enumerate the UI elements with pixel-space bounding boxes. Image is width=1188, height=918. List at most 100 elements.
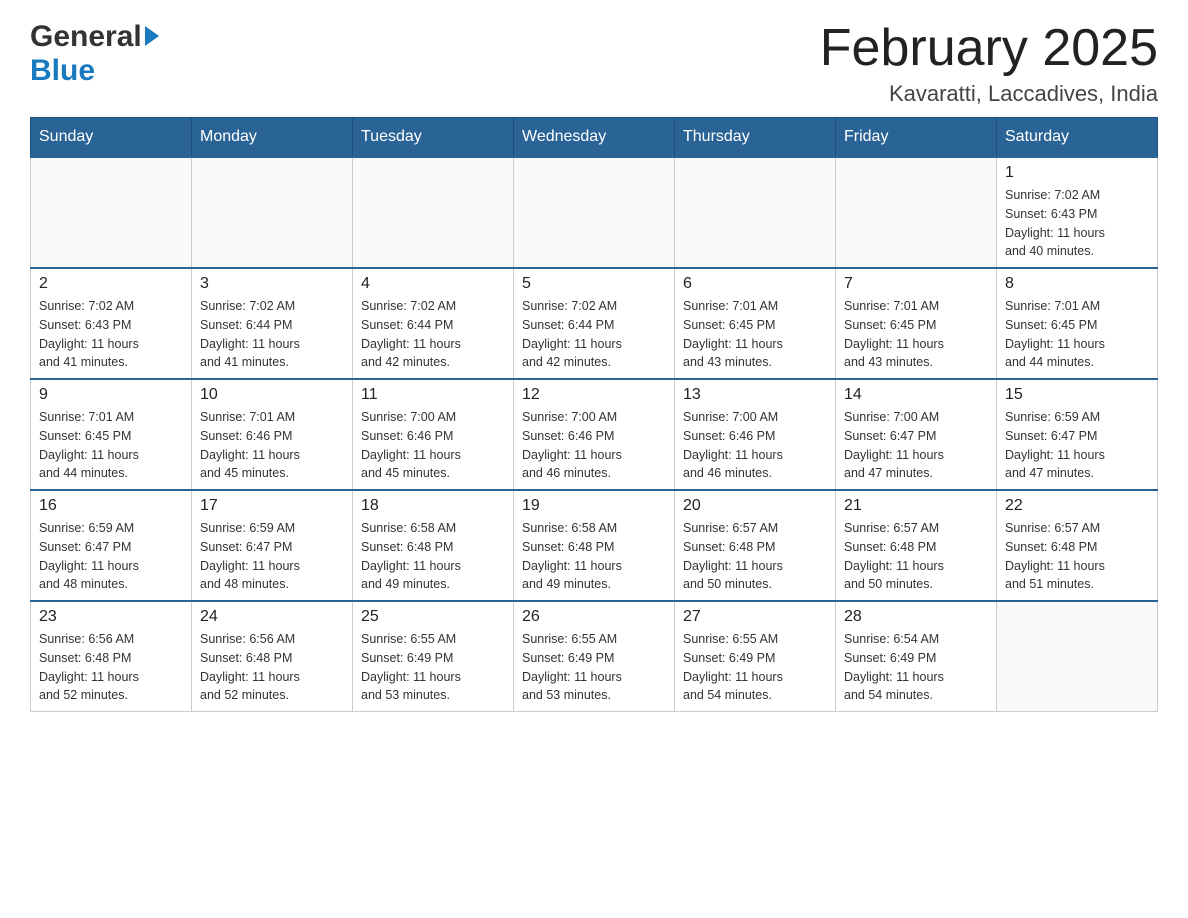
day-info: Sunrise: 7:00 AM Sunset: 6:47 PM Dayligh… [844,408,988,483]
table-row: 11 Sunrise: 7:00 AM Sunset: 6:46 PM Dayli… [353,379,514,490]
day-info: Sunrise: 7:00 AM Sunset: 6:46 PM Dayligh… [361,408,505,483]
calendar-title: February 2025 [820,20,1158,77]
table-row: 21 Sunrise: 6:57 AM Sunset: 6:48 PM Dayli… [836,490,997,601]
day-info: Sunrise: 6:59 AM Sunset: 6:47 PM Dayligh… [1005,408,1149,483]
table-row: 18 Sunrise: 6:58 AM Sunset: 6:48 PM Dayli… [353,490,514,601]
page-header: General Blue February 2025 Kavaratti, La… [30,20,1158,107]
day-info: Sunrise: 7:01 AM Sunset: 6:45 PM Dayligh… [844,297,988,372]
day-info: Sunrise: 6:54 AM Sunset: 6:49 PM Dayligh… [844,630,988,705]
calendar-week-row: 23 Sunrise: 6:56 AM Sunset: 6:48 PM Dayli… [31,601,1158,712]
day-number: 7 [844,275,988,293]
header-sunday: Sunday [31,118,192,158]
day-info: Sunrise: 7:00 AM Sunset: 6:46 PM Dayligh… [683,408,827,483]
table-row: 2Sunrise: 7:02 AM Sunset: 6:43 PM Daylig… [31,268,192,379]
day-number: 14 [844,386,988,404]
table-row: 22 Sunrise: 6:57 AM Sunset: 6:48 PM Dayli… [997,490,1158,601]
day-info: Sunrise: 6:58 AM Sunset: 6:48 PM Dayligh… [361,519,505,594]
day-number: 13 [683,386,827,404]
table-row [514,157,675,268]
day-number: 1 [1005,164,1149,182]
day-number: 22 [1005,497,1149,515]
day-number: 18 [361,497,505,515]
day-number: 23 [39,608,183,626]
day-number: 4 [361,275,505,293]
day-number: 6 [683,275,827,293]
day-info: Sunrise: 7:02 AM Sunset: 6:44 PM Dayligh… [361,297,505,372]
calendar-week-row: 16 Sunrise: 6:59 AM Sunset: 6:47 PM Dayli… [31,490,1158,601]
calendar-week-row: 1 Sunrise: 7:02 AM Sunset: 6:43 PM Daylig… [31,157,1158,268]
day-number: 27 [683,608,827,626]
table-row [353,157,514,268]
day-number: 24 [200,608,344,626]
table-row: 24 Sunrise: 6:56 AM Sunset: 6:48 PM Dayli… [192,601,353,712]
day-info: Sunrise: 7:00 AM Sunset: 6:46 PM Dayligh… [522,408,666,483]
day-number: 2 [39,275,183,293]
day-info: Sunrise: 6:56 AM Sunset: 6:48 PM Dayligh… [200,630,344,705]
table-row: 19 Sunrise: 6:58 AM Sunset: 6:48 PM Dayli… [514,490,675,601]
day-info: Sunrise: 6:57 AM Sunset: 6:48 PM Dayligh… [844,519,988,594]
day-number: 19 [522,497,666,515]
day-info: Sunrise: 7:01 AM Sunset: 6:45 PM Dayligh… [39,408,183,483]
day-number: 12 [522,386,666,404]
table-row [836,157,997,268]
day-number: 3 [200,275,344,293]
day-number: 25 [361,608,505,626]
day-number: 21 [844,497,988,515]
header-friday: Friday [836,118,997,158]
table-row: 14 Sunrise: 7:00 AM Sunset: 6:47 PM Dayli… [836,379,997,490]
table-row: 5Sunrise: 7:02 AM Sunset: 6:44 PM Daylig… [514,268,675,379]
calendar-week-row: 9 Sunrise: 7:01 AM Sunset: 6:45 PM Daylig… [31,379,1158,490]
table-row: 26Sunrise: 6:55 AM Sunset: 6:49 PM Dayli… [514,601,675,712]
calendar-table: Sunday Monday Tuesday Wednesday Thursday… [30,117,1158,712]
logo-arrow-icon [145,26,159,46]
day-number: 28 [844,608,988,626]
table-row: 3 Sunrise: 7:02 AM Sunset: 6:44 PM Daylig… [192,268,353,379]
table-row [192,157,353,268]
day-info: Sunrise: 7:02 AM Sunset: 6:44 PM Dayligh… [522,297,666,372]
header-thursday: Thursday [675,118,836,158]
day-info: Sunrise: 6:57 AM Sunset: 6:48 PM Dayligh… [1005,519,1149,594]
header-wednesday: Wednesday [514,118,675,158]
day-info: Sunrise: 7:01 AM Sunset: 6:45 PM Dayligh… [1005,297,1149,372]
table-row: 28 Sunrise: 6:54 AM Sunset: 6:49 PM Dayli… [836,601,997,712]
calendar-subtitle: Kavaratti, Laccadives, India [820,81,1158,107]
day-info: Sunrise: 6:58 AM Sunset: 6:48 PM Dayligh… [522,519,666,594]
day-info: Sunrise: 7:02 AM Sunset: 6:44 PM Dayligh… [200,297,344,372]
day-info: Sunrise: 7:01 AM Sunset: 6:46 PM Dayligh… [200,408,344,483]
logo-general-text: General [30,20,159,54]
table-row: 13 Sunrise: 7:00 AM Sunset: 6:46 PM Dayli… [675,379,836,490]
table-row: 23 Sunrise: 6:56 AM Sunset: 6:48 PM Dayli… [31,601,192,712]
day-number: 11 [361,386,505,404]
day-number: 16 [39,497,183,515]
table-row: 8 Sunrise: 7:01 AM Sunset: 6:45 PM Daylig… [997,268,1158,379]
table-row: 6Sunrise: 7:01 AM Sunset: 6:45 PM Daylig… [675,268,836,379]
title-block: February 2025 Kavaratti, Laccadives, Ind… [820,20,1158,107]
day-info: Sunrise: 6:55 AM Sunset: 6:49 PM Dayligh… [522,630,666,705]
day-info: Sunrise: 7:02 AM Sunset: 6:43 PM Dayligh… [1005,186,1149,261]
table-row [997,601,1158,712]
table-row: 4 Sunrise: 7:02 AM Sunset: 6:44 PM Daylig… [353,268,514,379]
header-tuesday: Tuesday [353,118,514,158]
table-row: 9 Sunrise: 7:01 AM Sunset: 6:45 PM Daylig… [31,379,192,490]
day-number: 8 [1005,275,1149,293]
table-row: 15 Sunrise: 6:59 AM Sunset: 6:47 PM Dayli… [997,379,1158,490]
day-info: Sunrise: 6:55 AM Sunset: 6:49 PM Dayligh… [683,630,827,705]
table-row: 25Sunrise: 6:55 AM Sunset: 6:49 PM Dayli… [353,601,514,712]
table-row: 27 Sunrise: 6:55 AM Sunset: 6:49 PM Dayli… [675,601,836,712]
logo-blue-text: Blue [30,54,95,88]
logo: General Blue [30,20,159,88]
header-monday: Monday [192,118,353,158]
table-row: 1 Sunrise: 7:02 AM Sunset: 6:43 PM Daylig… [997,157,1158,268]
day-number: 15 [1005,386,1149,404]
calendar-header-row: Sunday Monday Tuesday Wednesday Thursday… [31,118,1158,158]
day-info: Sunrise: 6:59 AM Sunset: 6:47 PM Dayligh… [200,519,344,594]
day-info: Sunrise: 6:59 AM Sunset: 6:47 PM Dayligh… [39,519,183,594]
table-row: 16 Sunrise: 6:59 AM Sunset: 6:47 PM Dayli… [31,490,192,601]
day-info: Sunrise: 6:57 AM Sunset: 6:48 PM Dayligh… [683,519,827,594]
table-row: 7 Sunrise: 7:01 AM Sunset: 6:45 PM Daylig… [836,268,997,379]
header-saturday: Saturday [997,118,1158,158]
day-info: Sunrise: 6:56 AM Sunset: 6:48 PM Dayligh… [39,630,183,705]
table-row: 17 Sunrise: 6:59 AM Sunset: 6:47 PM Dayli… [192,490,353,601]
day-number: 9 [39,386,183,404]
day-number: 17 [200,497,344,515]
